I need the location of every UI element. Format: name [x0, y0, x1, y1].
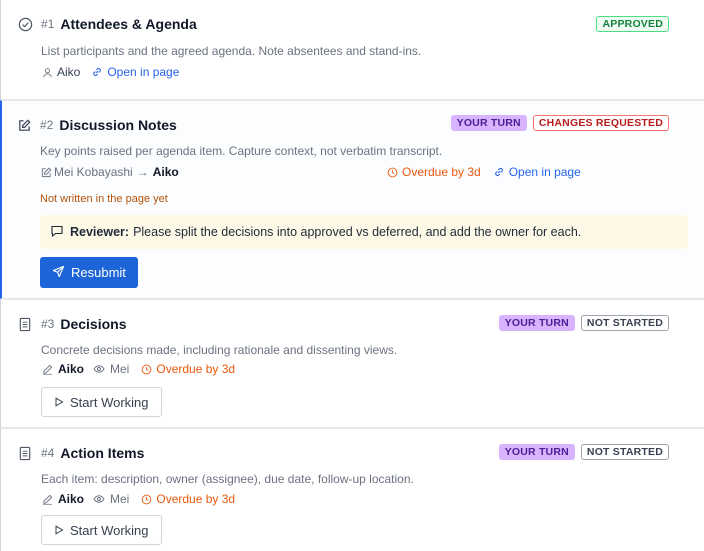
reviewer-name: Mei [110, 492, 130, 506]
section-title: Decisions [60, 316, 127, 332]
resubmit-label: Resubmit [71, 265, 126, 280]
link-icon[interactable] [493, 166, 505, 178]
clock-icon [140, 493, 152, 505]
section-header: #4 Action Items [17, 443, 144, 463]
section-description: Concrete decisions made, including ratio… [41, 343, 398, 357]
your-turn-badge: YOUR TURN [498, 444, 575, 460]
status-badges: YOUR TURN NOT STARTED [498, 315, 669, 331]
section-title: Discussion Notes [59, 117, 177, 133]
document-icon [17, 445, 33, 461]
overdue-label: Overdue by 3d [156, 362, 236, 376]
start-working-button[interactable]: Start Working [41, 387, 162, 417]
section-meta: Aiko Mei Overdue by 3d [41, 492, 235, 506]
your-turn-badge: YOUR TURN [498, 315, 575, 331]
status-badges: APPROVED [596, 16, 669, 32]
section-header: #3 Decisions [17, 314, 127, 334]
pencil-square-icon [40, 166, 52, 178]
not-started-badge: NOT STARTED [580, 444, 669, 460]
reviewer-label: Reviewer: [70, 225, 130, 239]
not-written-notice: Not written in the page yet [40, 193, 168, 205]
approved-badge: APPROVED [596, 16, 669, 32]
section-card-discussion-notes[interactable]: #2 Discussion Notes YOUR TURN CHANGES RE… [0, 100, 704, 299]
start-working-label: Start Working [70, 522, 149, 538]
overdue-label: Overdue by 3d [402, 165, 481, 179]
eye-icon [93, 363, 105, 375]
writer-name: Mei Kobayashi [54, 165, 133, 179]
resubmit-button[interactable]: Resubmit [40, 257, 138, 288]
status-badges: YOUR TURN NOT STARTED [498, 444, 669, 460]
pencil-icon [41, 493, 53, 505]
section-number: #1 [41, 17, 55, 31]
start-working-button[interactable]: Start Working [41, 515, 162, 545]
overdue-label: Overdue by 3d [156, 492, 236, 506]
pencil-icon [41, 363, 53, 375]
section-meta: Aiko Open in page [41, 65, 179, 79]
check-circle-icon [17, 16, 33, 32]
status-badges: YOUR TURN CHANGES REQUESTED [450, 115, 669, 131]
assignee-name: Aiko [152, 165, 179, 179]
reviewer-text: Please split the decisions into approved… [133, 225, 582, 239]
your-turn-badge: YOUR TURN [450, 115, 527, 131]
edit-icon [16, 117, 32, 133]
comment-icon [50, 224, 64, 241]
section-status-meta: Overdue by 3d Open in page [386, 165, 581, 179]
section-meta: Mei Kobayashi → Aiko [40, 165, 179, 179]
clock-icon [140, 363, 152, 375]
section-meta: Aiko Mei Overdue by 3d [41, 362, 235, 376]
eye-icon [93, 493, 105, 505]
reviewer-comment: Reviewer: Please split the decisions int… [40, 215, 688, 249]
handoff-arrow: → [136, 165, 149, 179]
clock-icon [386, 166, 398, 178]
section-title: Action Items [60, 445, 145, 461]
send-icon [52, 265, 65, 281]
section-card-action-items[interactable]: #4 Action Items YOUR TURN NOT STARTED Ea… [0, 428, 704, 551]
section-card-decisions[interactable]: #3 Decisions YOUR TURN NOT STARTED Concr… [0, 299, 704, 428]
play-icon [54, 395, 64, 410]
open-in-page-link[interactable]: Open in page [509, 165, 581, 179]
section-card-attendees[interactable]: #1 Attendees & Agenda APPROVED List part… [0, 0, 704, 100]
section-number: #3 [41, 317, 55, 331]
user-icon [41, 66, 53, 78]
link-icon[interactable] [91, 66, 103, 78]
play-icon [54, 523, 64, 538]
section-description: Each item: description, owner (assignee)… [41, 472, 414, 486]
section-list: #1 Attendees & Agenda APPROVED List part… [0, 0, 704, 551]
section-description: Key points raised per agenda item. Captu… [40, 144, 443, 158]
section-number: #4 [41, 446, 55, 460]
not-started-badge: NOT STARTED [580, 315, 669, 331]
section-header: #1 Attendees & Agenda [17, 14, 197, 34]
document-icon [17, 316, 33, 332]
reviewer-name: Mei [110, 362, 130, 376]
section-number: #2 [40, 118, 54, 132]
section-header: #2 Discussion Notes [16, 115, 177, 135]
assignee-name: Aiko [57, 65, 81, 79]
start-working-label: Start Working [70, 394, 149, 410]
changes-requested-badge: CHANGES REQUESTED [532, 115, 669, 131]
section-description: List participants and the agreed agenda.… [41, 44, 422, 58]
open-in-page-link[interactable]: Open in page [107, 65, 179, 79]
writer-name: Aiko [58, 492, 85, 506]
writer-name: Aiko [58, 362, 85, 376]
section-title: Attendees & Agenda [60, 16, 197, 32]
